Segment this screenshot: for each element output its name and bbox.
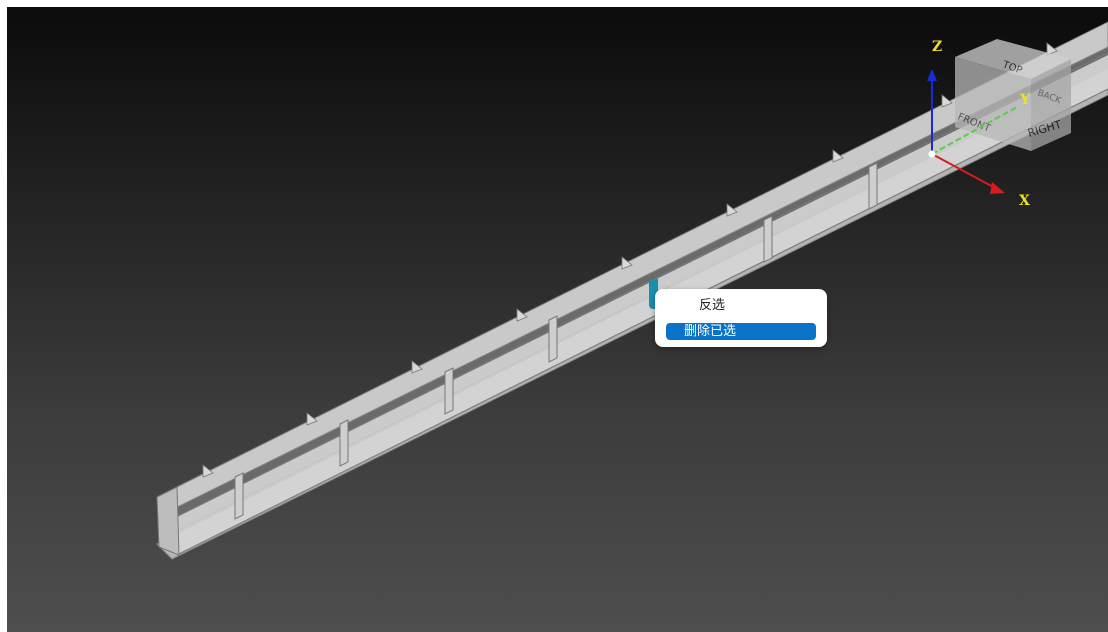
y-axis-label: Y — [1019, 92, 1031, 108]
menu-item-invert-selection[interactable]: 反选 — [666, 297, 816, 314]
x-axis-label: X — [1019, 193, 1030, 209]
x-arrow-icon — [990, 182, 1005, 194]
axis-origin — [928, 150, 936, 158]
z-arrow-icon — [927, 69, 937, 81]
beam-end-section — [156, 486, 180, 556]
scene-canvas[interactable]: TOP BACK FRONT RIGHT Z Y X — [7, 7, 1108, 632]
z-axis-label: Z — [932, 39, 942, 55]
menu-item-delete-selected[interactable]: 删除已选 — [666, 323, 816, 340]
context-menu: 反选 删除已选 — [655, 289, 827, 347]
3d-viewport[interactable]: TOP BACK FRONT RIGHT Z Y X 反选 删除已选 — [7, 7, 1108, 632]
